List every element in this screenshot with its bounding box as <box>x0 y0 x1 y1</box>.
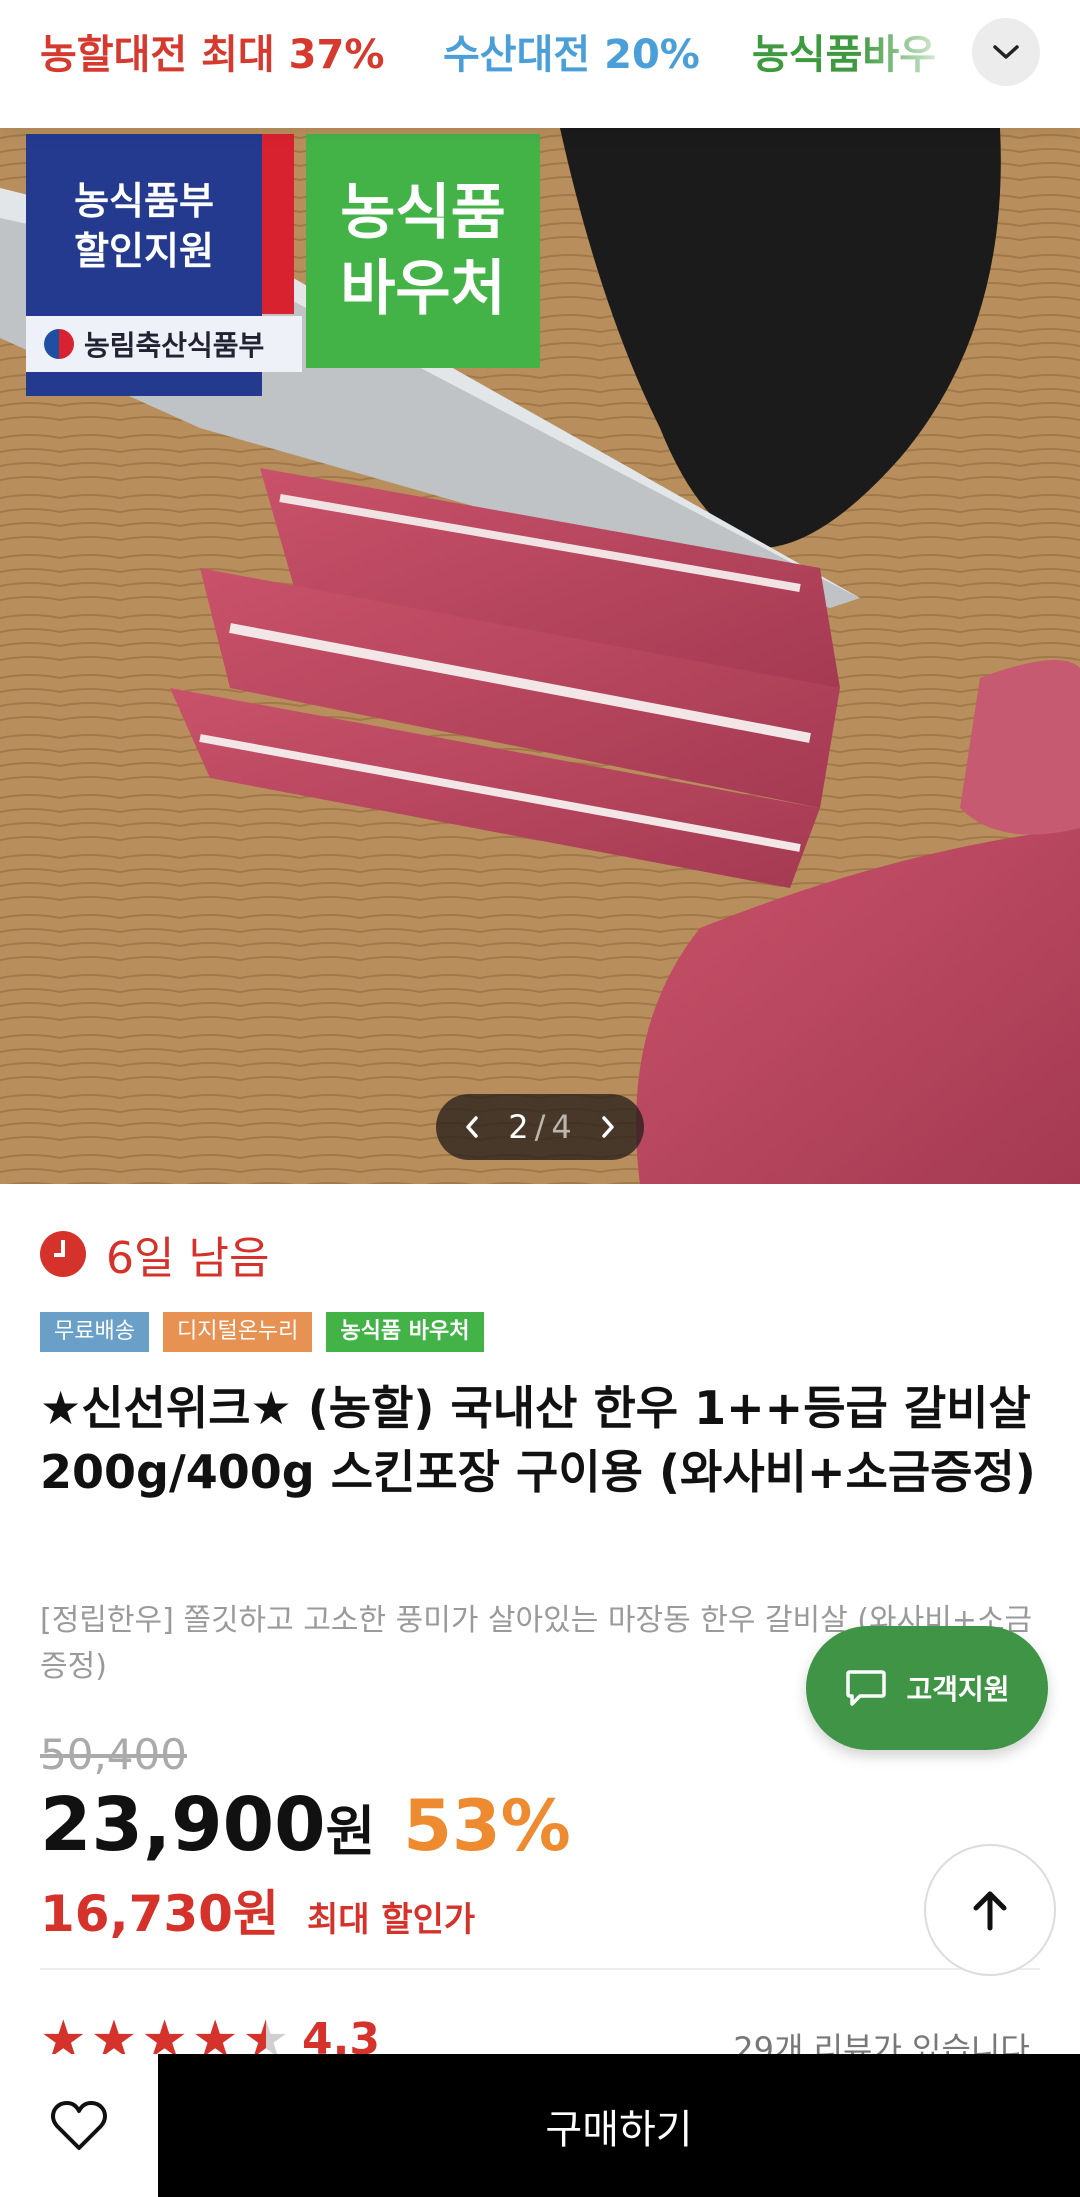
support-label: 고객지원 <box>906 1673 1010 1706</box>
remaining-text: 6일 남음 <box>106 1233 270 1284</box>
time-remaining: 6일 남음 <box>40 1222 269 1286</box>
tag-digital-onnuri: 디지털온누리 <box>162 1312 313 1352</box>
divider <box>40 1968 1040 1970</box>
arrow-up-icon <box>973 1891 1007 1931</box>
tab-seafood-discount[interactable]: 수산대전 20% <box>443 22 700 80</box>
price-row: 23,900원 53% <box>40 1782 571 1868</box>
carousel-pager: 2 / 4 <box>436 1094 644 1160</box>
product-tags: 무료배송 디지털온누리 농식품 바우처 <box>40 1312 484 1352</box>
pager-current: 2 <box>508 1108 529 1146</box>
clock-icon <box>40 1231 86 1277</box>
category-tab-bar: 농할대전 최대 37% 수산대전 20% 농식품바우 <box>0 0 1080 128</box>
ministry-logo: 농림축산식품부 <box>26 316 302 372</box>
tab-farm-discount[interactable]: 농할대전 최대 37% <box>40 22 384 80</box>
chevron-left-icon[interactable] <box>464 1115 480 1139</box>
badge-red-stripe <box>262 134 294 314</box>
voucher-badge-line-1: 농식품 <box>340 178 506 248</box>
chat-bubble-icon <box>846 1670 887 1706</box>
max-discount-label: 최대 할인가 <box>306 1900 476 1940</box>
tag-free-shipping: 무료배송 <box>40 1312 149 1352</box>
expand-tabs-button[interactable] <box>972 18 1040 86</box>
voucher-badge: 농식품 바우처 <box>306 134 540 368</box>
voucher-badge-line-2: 바우처 <box>340 254 506 324</box>
wishlist-button[interactable] <box>0 2054 158 2197</box>
heart-icon <box>51 2100 107 2150</box>
sale-price-value: 23,900 <box>40 1782 326 1868</box>
badge-line-2: 할인지원 <box>74 229 214 273</box>
product-image-carousel[interactable]: 농식품부 할인지원 농림축산식품부 농식품 바우처 2 / 4 <box>0 128 1080 1184</box>
bottom-action-bar: 구매하기 <box>0 2054 1080 2197</box>
discount-rate: 53% <box>403 1785 571 1867</box>
price-unit: 원 <box>325 1800 376 1863</box>
pager-count: 2 / 4 <box>508 1108 572 1146</box>
taegeuk-icon <box>44 329 74 359</box>
max-discount-price: 16,730원 <box>40 1885 279 1943</box>
product-title: ★신선위크★ (농할) 국내산 한우 1++등급 갈비살 200g/400g 스… <box>40 1381 1036 1499</box>
max-discount-row: 16,730원 최대 할인가 <box>40 1874 475 1946</box>
badge-line-1: 농식품부 <box>74 179 214 223</box>
sale-price: 23,900원 <box>40 1782 375 1868</box>
pager-separator: / <box>534 1108 546 1146</box>
tab-fade <box>860 0 1080 128</box>
chevron-right-icon[interactable] <box>600 1115 616 1139</box>
ministry-label: 농림축산식품부 <box>84 329 265 362</box>
pager-total: 4 <box>551 1108 572 1146</box>
scroll-to-top-button[interactable] <box>924 1844 1056 1976</box>
buy-button[interactable]: 구매하기 <box>158 2054 1080 2197</box>
tag-food-voucher: 농식품 바우처 <box>326 1312 484 1352</box>
original-price: 50,400 <box>40 1730 187 1779</box>
chevron-down-icon <box>993 45 1019 59</box>
customer-support-button[interactable]: 고객지원 <box>806 1626 1048 1750</box>
